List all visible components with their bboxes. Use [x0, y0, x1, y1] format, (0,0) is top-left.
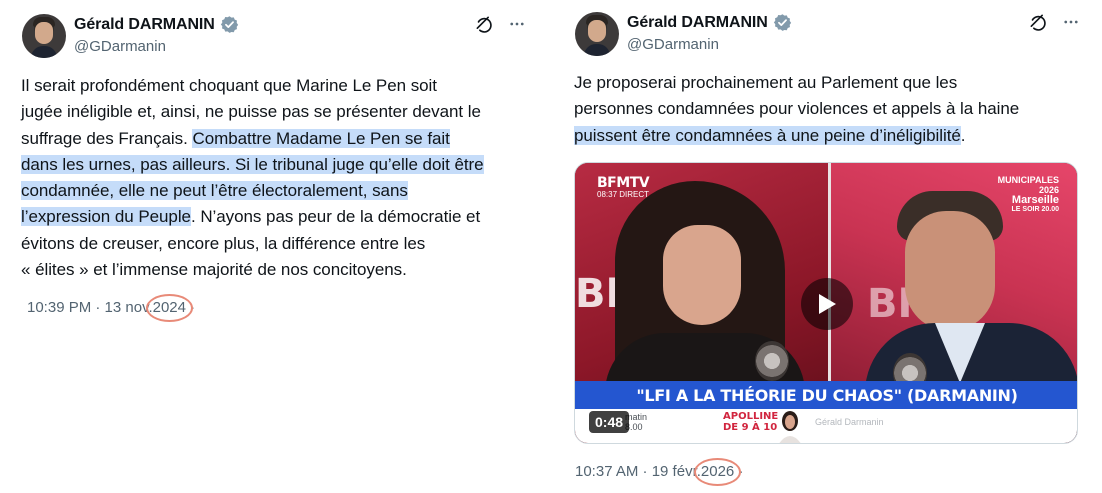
author-name[interactable]: Gérald DARMANIN [74, 16, 215, 34]
tweet-left: Gérald DARMANIN @GDarmanin Il serait pro… [0, 0, 548, 493]
text-segment: « élites » et l’immense majorité de nos … [21, 260, 407, 280]
channel-time: 08:37 DIRECT [597, 190, 650, 199]
tweet-right: Gérald DARMANIN @GDarmanin Je proposerai… [554, 0, 1102, 493]
highlighted-text: dans les urnes, pas ailleurs. Si le trib… [21, 154, 484, 174]
more-options-icon[interactable] [508, 15, 526, 33]
election-badge: MUNICIPALES 2026 Marseille LE SOIR 20.00 [998, 175, 1059, 215]
tweet-text-line: puissent être condamnées à une peine d’i… [574, 123, 1019, 149]
tweet-text-line: Il serait profondément choquant que Mari… [21, 73, 484, 99]
highlighted-text: Combattre Madame Le Pen se fait [192, 128, 450, 148]
author-name[interactable]: Gérald DARMANIN [627, 14, 768, 32]
tweet-text-line: « élites » et l’immense majorité de nos … [21, 257, 484, 283]
tweet-text: Je proposerai prochainement au Parlement… [574, 70, 1019, 149]
interviewee-face [905, 211, 995, 331]
author-handle[interactable]: @GDarmanin [627, 36, 719, 53]
timestamp-year[interactable]: 2024 [145, 294, 194, 322]
badge-city: Marseille [1011, 194, 1059, 206]
tweet-text-line: dans les urnes, pas ailleurs. Si le trib… [21, 152, 484, 178]
grok-icon[interactable] [1028, 12, 1048, 32]
timestamp-year[interactable]: 2026 [693, 458, 742, 486]
author-handle[interactable]: @GDarmanin [74, 38, 166, 55]
highlighted-text: l’expression du Peuple [21, 207, 191, 227]
avatar[interactable] [22, 14, 66, 58]
tweet-text-line: Je proposerai prochainement au Parlement… [574, 70, 1019, 96]
timestamp-date[interactable]: 10:39 PM · 13 nov. [27, 299, 153, 316]
embedded-video[interactable]: BFM BFM BFMTV 08:37 DIRECT MUNICIPALES 2… [574, 162, 1078, 444]
text-segment: Je proposerai prochainement au Parlement… [574, 73, 958, 92]
text-segment: personnes condamnées pour violences et a… [574, 99, 1020, 119]
channel-logo: BFMTV [597, 175, 650, 191]
host-thumbnail [779, 411, 801, 443]
verified-badge-icon [220, 16, 238, 33]
verified-badge-icon [773, 14, 791, 31]
play-icon [819, 294, 836, 314]
author-name-row[interactable]: Gérald DARMANIN [74, 15, 239, 34]
text-segment: . [960, 125, 966, 145]
tweet-text-line: l’expression du Peuple. N’ayons pas peur… [21, 204, 484, 230]
avatar-face [35, 22, 53, 44]
author-name-row[interactable]: Gérald DARMANIN [627, 13, 792, 32]
tweet-timestamp[interactable]: 10:39 PM · 13 nov.2024 · [27, 294, 195, 322]
badge-line1: MUNICIPALES [997, 175, 1059, 185]
lower-third-show: APOLLINE DE 9 À 10 [723, 411, 779, 433]
badge-sub: LE SOIR 20.00 [1011, 206, 1059, 213]
text-segment: . N’ayons pas peur de la démocratie et [190, 207, 481, 227]
text-segment: Il serait profondément choquant que Mari… [21, 76, 437, 95]
microphone [755, 341, 789, 381]
tweet-text-line: évitons de creuser, encore plus, la diff… [21, 231, 484, 257]
lower-third: matin 8.00 APOLLINE DE 9 À 10 Gérald Dar… [575, 409, 1077, 443]
guest-figure-face [663, 225, 741, 325]
highlighted-text: puissent être condamnées à une peine d’i… [574, 125, 961, 145]
news-banner: "LFI A LA THÉORIE DU CHAOS" (DARMANIN) [575, 381, 1077, 409]
play-button[interactable] [801, 278, 853, 330]
text-segment: jugée inéligible et, ainsi, ne puisse pa… [21, 102, 481, 122]
video-duration: 0:48 [589, 411, 630, 433]
avatar-face [588, 20, 606, 42]
avatar[interactable] [575, 12, 619, 56]
tweet-text-line: personnes condamnées pour violences et a… [574, 96, 1019, 122]
tweet-text-line: suffrage des Français. Combattre Madame … [21, 126, 484, 152]
text-segment: suffrage des Français. [21, 128, 193, 148]
lower-third-guest: Gérald Darmanin [815, 417, 884, 427]
timestamp-date[interactable]: 10:37 AM · 19 févr. [575, 463, 701, 480]
text-segment: évitons de creuser, encore plus, la diff… [21, 233, 426, 253]
grok-icon[interactable] [474, 14, 494, 34]
highlighted-text: condamnée, elle ne peut l’être électoral… [21, 181, 408, 201]
tweet-text: Il serait profondément choquant que Mari… [21, 73, 484, 283]
tweet-actions-top [474, 14, 526, 34]
more-options-icon[interactable] [1062, 13, 1080, 31]
tweet-actions-top [1028, 12, 1080, 32]
tweet-timestamp[interactable]: 10:37 AM · 19 févr.2026 · [575, 458, 743, 486]
tweet-text-line: jugée inéligible et, ainsi, ne puisse pa… [21, 99, 484, 125]
tweet-text-line: condamnée, elle ne peut l’être électoral… [21, 178, 484, 204]
